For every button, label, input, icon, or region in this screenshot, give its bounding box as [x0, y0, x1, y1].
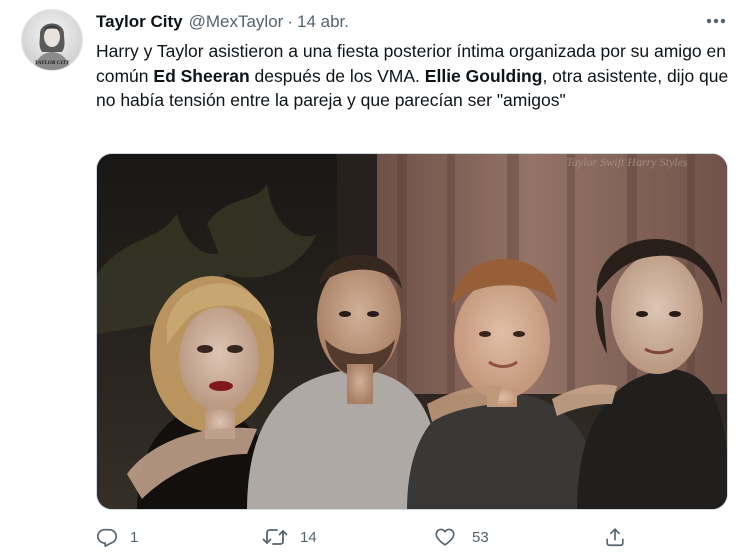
- reply-button[interactable]: 1: [96, 523, 138, 551]
- retweet-icon: [262, 529, 288, 545]
- tweet-text-mention: Ellie Goulding: [424, 65, 543, 86]
- more-icon: [706, 18, 726, 24]
- avatar-image: TAYLOR CITY: [22, 10, 82, 70]
- retweet-count: 14: [300, 528, 317, 546]
- tweet-date[interactable]: 14 abr.: [297, 12, 349, 32]
- reply-icon: [97, 528, 117, 547]
- avatar[interactable]: TAYLOR CITY: [21, 9, 83, 71]
- tweet-text-mention: Ed Sheeran: [153, 65, 250, 86]
- tweet-text: Harry y Taylor asistieron a una fiesta p…: [96, 39, 732, 113]
- reply-count: 1: [130, 528, 139, 546]
- tweet-text-segment: después de los VMA.: [249, 65, 425, 86]
- avatar-caption: TAYLOR CITY: [35, 60, 70, 66]
- tweet-card: TAYLOR CITY Taylor City @MexTaylor · 14 …: [0, 0, 750, 556]
- tweet-header: Taylor City @MexTaylor · 14 abr.: [96, 11, 690, 33]
- retweet-button[interactable]: 14: [262, 523, 317, 551]
- photo-image: Taylor Swift Harry Styles: [97, 154, 727, 509]
- more-options-button[interactable]: [704, 11, 728, 31]
- header-separator: ·: [287, 12, 293, 31]
- tweet-photo[interactable]: Taylor Swift Harry Styles: [96, 153, 728, 510]
- like-button[interactable]: 53: [434, 523, 489, 551]
- share-button[interactable]: [604, 523, 626, 551]
- user-handle[interactable]: @MexTaylor: [189, 12, 284, 32]
- share-icon: [606, 528, 624, 547]
- display-name[interactable]: Taylor City: [96, 12, 183, 32]
- heart-icon: [435, 528, 455, 546]
- tweet-actions: 1 14 53: [96, 523, 656, 551]
- like-count: 53: [472, 528, 489, 546]
